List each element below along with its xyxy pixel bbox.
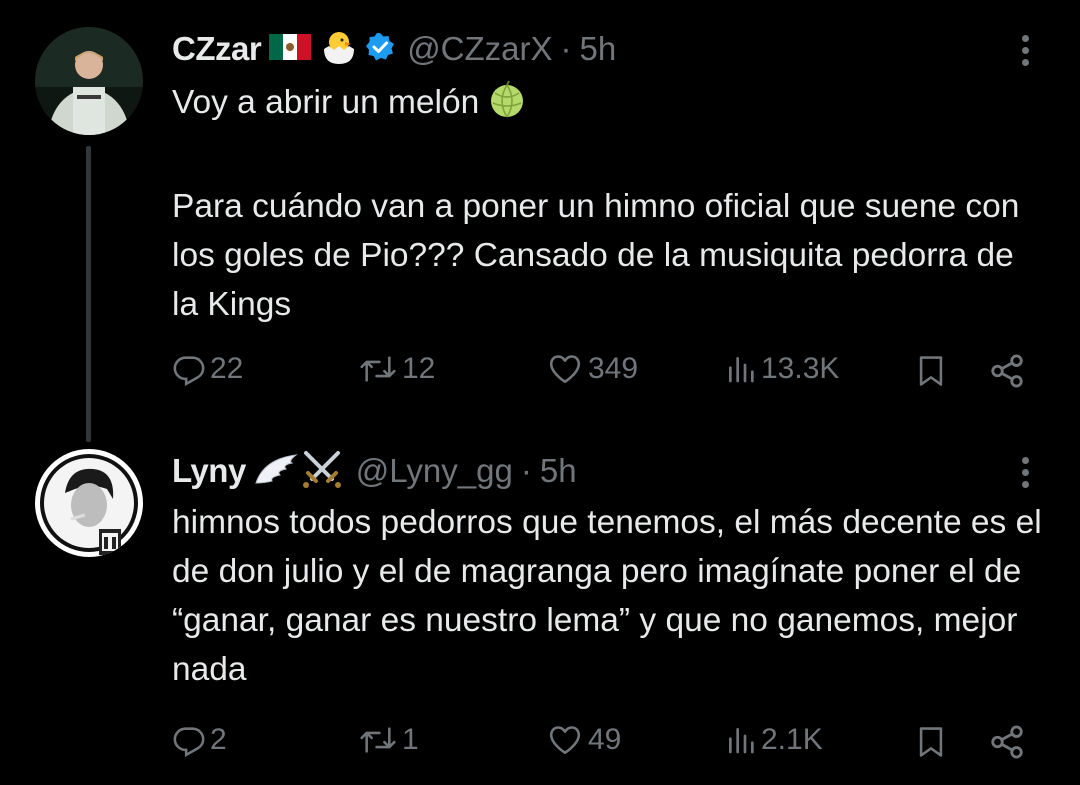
tweet-2[interactable]: Lyny @Lyny_gg · 5h himnos todos pedorros… [0, 430, 1080, 785]
author-handle[interactable]: @Lyny_gg [356, 452, 513, 490]
crossed-swords-icon [300, 449, 344, 494]
tweet-text: himnos todos pedorros que tenemos, el má… [172, 498, 1042, 694]
like-button[interactable]: 349 [546, 352, 638, 386]
avatar-lyny[interactable] [35, 449, 143, 557]
views-button[interactable]: 13.3K [725, 352, 839, 386]
repost-button[interactable]: 12 [358, 352, 435, 386]
tweet-header: Lyny @Lyny_gg · 5h [172, 449, 577, 493]
share-button[interactable] [988, 723, 1026, 761]
like-button[interactable]: 49 [546, 723, 621, 757]
reply-button[interactable]: 22 [172, 352, 243, 386]
views-count: 13.3K [761, 352, 840, 385]
reply-count: 2 [210, 723, 227, 756]
views-count: 2.1K [761, 723, 823, 756]
views-icon [729, 728, 754, 754]
repost-count: 1 [402, 723, 419, 756]
tweet-text: Voy a abrir un melón Para cuándo van a p… [172, 78, 1042, 329]
action-bar: 22 12 349 13.3K [172, 352, 1032, 396]
separator-dot: · [520, 452, 532, 489]
bookmark-button[interactable] [914, 352, 948, 390]
repost-icon [360, 356, 396, 382]
tweet-paragraph: himnos todos pedorros que tenemos, el má… [172, 504, 1042, 688]
timestamp[interactable]: 5h [540, 452, 577, 490]
reply-icon [173, 727, 205, 757]
tweet-paragraph: Para cuándo van a poner un himno oficial… [172, 188, 1020, 323]
heart-icon [549, 726, 581, 755]
share-icon [991, 725, 1023, 759]
repost-icon [360, 727, 396, 753]
author-name[interactable]: CZzar [172, 30, 262, 68]
timestamp[interactable]: 5h [580, 30, 617, 68]
avatar-czzar[interactable] [35, 27, 143, 135]
verified-badge-icon [365, 32, 395, 67]
melon-icon [487, 79, 527, 133]
reply-icon [173, 356, 205, 386]
bookmark-icon [919, 356, 943, 386]
tweet-1[interactable]: CZzar @CZzarX · 5h Voy a abrir un melón … [0, 0, 1080, 442]
views-button[interactable]: 2.1K [725, 723, 823, 757]
repost-button[interactable]: 1 [358, 723, 419, 757]
bookmark-button[interactable] [914, 723, 948, 761]
tweet-paragraph: Voy a abrir un melón [172, 78, 1042, 133]
more-options-icon[interactable] [1015, 30, 1035, 71]
like-count: 49 [588, 723, 622, 756]
mexico-flag-icon [269, 32, 312, 67]
separator-dot: · [560, 30, 572, 67]
tweet-header: CZzar @CZzarX · 5h [172, 27, 616, 71]
thread-line [86, 146, 91, 442]
share-button[interactable] [988, 352, 1026, 390]
heart-icon [549, 355, 581, 384]
more-options-icon[interactable] [1015, 452, 1035, 493]
repost-count: 12 [402, 352, 436, 385]
bookmark-icon [919, 727, 943, 757]
action-bar: 2 1 49 2.1K [172, 723, 1032, 767]
reply-button[interactable]: 2 [172, 723, 227, 757]
views-icon [729, 357, 754, 383]
author-handle[interactable]: @CZzarX [407, 30, 552, 68]
like-count: 349 [588, 352, 639, 385]
author-name[interactable]: Lyny [172, 452, 246, 490]
reply-count: 22 [210, 352, 244, 385]
hatching-chick-icon [319, 27, 359, 72]
share-icon [991, 354, 1023, 388]
wing-icon [254, 451, 298, 492]
